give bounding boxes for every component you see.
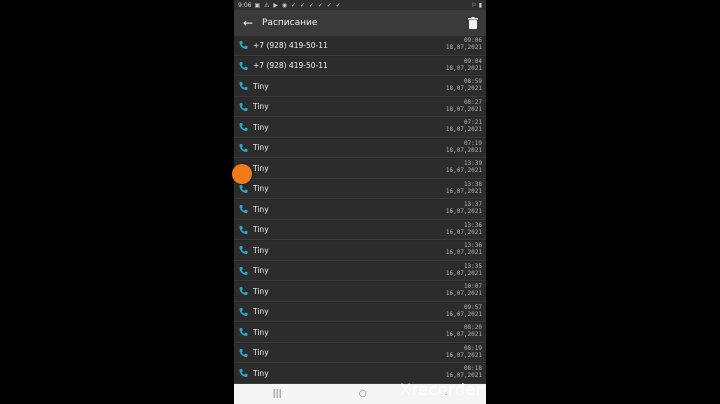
call-date: 16,07,2021 bbox=[445, 372, 482, 379]
phone-icon bbox=[237, 122, 249, 132]
timestamp: 07:19 18,07,2021 bbox=[446, 140, 482, 154]
phone-icon bbox=[237, 204, 249, 214]
timestamp: 08:59 18,07,2021 bbox=[446, 78, 482, 92]
status-bar: 9:06 ▣ ⚠ ▶ ◉ ✓ ✓ ✓ ✓ ✓ ✓ ⚐ ▮ bbox=[234, 0, 486, 10]
call-date: 18,07,2021 bbox=[445, 64, 482, 72]
home-button[interactable]: ○ bbox=[359, 389, 367, 399]
timestamp: 08:18 16,07,2021 bbox=[446, 365, 482, 379]
timestamp: 10:07 16,07,2021 bbox=[446, 283, 482, 297]
phone-icon bbox=[237, 143, 249, 153]
phone-icon bbox=[237, 307, 249, 317]
phone-icon bbox=[237, 61, 249, 71]
call-time: 07:19 bbox=[463, 139, 482, 147]
call-date: 16,07,2021 bbox=[445, 187, 482, 195]
call-time: 09:57 bbox=[463, 303, 482, 311]
call-time: 08:59 bbox=[463, 78, 482, 85]
app-bar: ← Расписание bbox=[234, 10, 486, 36]
list-item[interactable]: Tiny 13:39 16,07,2021 bbox=[234, 159, 486, 179]
phone-icon bbox=[237, 266, 249, 276]
timestamp: 13:36 16,07,2021 bbox=[446, 222, 482, 236]
call-date: 18,07,2021 bbox=[445, 126, 482, 133]
timestamp: 13:36 16,07,2021 bbox=[446, 242, 482, 256]
call-list: +7 (928) 419-50-11 09:06 18,07,2021 +7 (928… bbox=[234, 36, 486, 384]
timestamp: 13:38 16,07,2021 bbox=[446, 181, 482, 195]
list-item[interactable]: Tiny 13:38 16,07,2021 bbox=[234, 179, 486, 199]
call-date: 16,07,2021 bbox=[445, 310, 482, 318]
timestamp: 09:57 16,07,2021 bbox=[446, 304, 482, 318]
recents-button[interactable]: ||| bbox=[273, 389, 282, 399]
call-time: 13:35 bbox=[463, 262, 482, 270]
phone-icon bbox=[237, 348, 249, 358]
timestamp: 08:20 16,07,2021 bbox=[446, 324, 482, 338]
list-item[interactable]: Tiny 13:36 16,07,2021 bbox=[234, 241, 486, 261]
call-date: 16,07,2021 bbox=[445, 228, 482, 236]
list-item[interactable]: Tiny 13:36 16,07,2021 bbox=[234, 220, 486, 240]
page-title: Расписание bbox=[262, 18, 318, 28]
watermark: Xrecorder bbox=[400, 380, 483, 399]
list-item[interactable]: Tiny 08:59 18,07,2021 bbox=[234, 77, 486, 97]
timestamp: 07:21 18,07,2021 bbox=[446, 119, 482, 133]
list-item[interactable]: Tiny 09:57 16,07,2021 bbox=[234, 302, 486, 322]
call-time: 08:27 bbox=[463, 98, 482, 106]
list-item[interactable]: Tiny 13:35 16,07,2021 bbox=[234, 261, 486, 281]
call-time: 10:07 bbox=[463, 283, 482, 290]
call-time: 13:39 bbox=[463, 160, 482, 167]
call-time: 13:36 bbox=[463, 221, 482, 229]
call-time: 13:38 bbox=[463, 180, 482, 188]
timestamp: 09:06 18,07,2021 bbox=[446, 37, 482, 51]
status-time: 9:06 bbox=[238, 1, 252, 9]
trash-icon[interactable] bbox=[466, 16, 480, 30]
phone-screen: 9:06 ▣ ⚠ ▶ ◉ ✓ ✓ ✓ ✓ ✓ ✓ ⚐ ▮ ← Расписани… bbox=[234, 0, 486, 404]
list-item[interactable]: Tiny 08:19 16,07,2021 bbox=[234, 343, 486, 363]
call-time: 07:21 bbox=[463, 119, 482, 126]
call-date: 18,07,2021 bbox=[445, 44, 482, 51]
list-item[interactable]: Tiny 13:37 16,07,2021 bbox=[234, 200, 486, 220]
call-time: 08:18 bbox=[463, 365, 482, 372]
call-time: 08:19 bbox=[463, 344, 482, 352]
call-time: 13:36 bbox=[463, 242, 482, 249]
timestamp: 08:19 16,07,2021 bbox=[446, 345, 482, 359]
timestamp: 13:37 16,07,2021 bbox=[446, 201, 482, 215]
phone-icon bbox=[237, 184, 249, 194]
list-item[interactable]: Tiny 08:27 18,07,2021 bbox=[234, 97, 486, 117]
timestamp: 09:04 18,07,2021 bbox=[446, 58, 482, 72]
list-item[interactable]: Tiny 10:07 16,07,2021 bbox=[234, 282, 486, 302]
call-date: 16,07,2021 bbox=[445, 208, 482, 215]
call-date: 16,07,2021 bbox=[445, 249, 482, 256]
back-arrow-icon[interactable]: ← bbox=[240, 16, 256, 30]
call-time: 13:37 bbox=[463, 201, 482, 208]
list-item[interactable]: +7 (928) 419-50-11 09:04 18,07,2021 bbox=[234, 56, 486, 76]
phone-icon bbox=[237, 368, 249, 378]
notification-icons: ▣ ⚠ ▶ ◉ ✓ ✓ ✓ ✓ ✓ ✓ bbox=[254, 1, 342, 9]
call-date: 16,07,2021 bbox=[445, 290, 482, 297]
phone-icon bbox=[237, 81, 249, 91]
call-time: 08:20 bbox=[463, 324, 482, 331]
floating-record-button[interactable] bbox=[232, 164, 252, 184]
timestamp: 08:27 18,07,2021 bbox=[446, 99, 482, 113]
list-item[interactable]: Tiny 08:20 16,07,2021 bbox=[234, 323, 486, 343]
timestamp: 13:39 16,07,2021 bbox=[446, 160, 482, 174]
call-time: 09:04 bbox=[463, 57, 482, 65]
call-date: 18,07,2021 bbox=[445, 146, 482, 154]
list-item[interactable]: Tiny 07:19 18,07,2021 bbox=[234, 138, 486, 158]
call-date: 16,07,2021 bbox=[445, 351, 482, 359]
phone-icon bbox=[237, 225, 249, 235]
phone-icon bbox=[237, 102, 249, 112]
list-item[interactable]: +7 (928) 419-50-11 09:06 18,07,2021 bbox=[234, 36, 486, 56]
call-date: 16,07,2021 bbox=[445, 269, 482, 277]
phone-icon bbox=[237, 245, 249, 255]
phone-icon bbox=[237, 286, 249, 296]
system-icons: ⚐ ▮ bbox=[471, 1, 482, 9]
call-date: 16,07,2021 bbox=[445, 167, 482, 174]
phone-icon bbox=[237, 40, 249, 50]
call-date: 18,07,2021 bbox=[445, 105, 482, 113]
call-date: 18,07,2021 bbox=[445, 85, 482, 92]
timestamp: 13:35 16,07,2021 bbox=[446, 263, 482, 277]
list-item[interactable]: Tiny 07:21 18,07,2021 bbox=[234, 118, 486, 138]
call-time: 09:06 bbox=[463, 37, 482, 44]
phone-icon bbox=[237, 327, 249, 337]
call-date: 16,07,2021 bbox=[445, 331, 482, 338]
